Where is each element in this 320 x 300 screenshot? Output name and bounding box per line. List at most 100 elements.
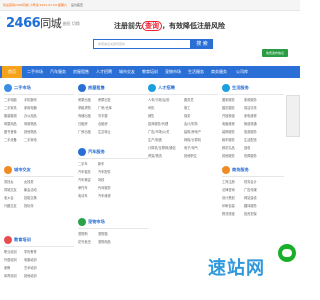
link[interactable]: 二手车 xyxy=(78,161,88,166)
section-title[interactable]: 二手市场 xyxy=(14,85,31,91)
link[interactable]: 家教 xyxy=(4,265,10,270)
section-title[interactable]: 汽车服务 xyxy=(88,149,105,155)
link[interactable]: 房屋出租 xyxy=(78,97,91,102)
link[interactable]: 二手电脑 xyxy=(4,97,17,102)
link[interactable]: 服务员 xyxy=(184,97,194,102)
link[interactable]: 搬家服务 xyxy=(222,97,235,102)
link[interactable]: 租车服务 xyxy=(222,137,235,142)
nav-ershou[interactable]: 二手市场 xyxy=(24,66,46,78)
link[interactable]: 老乡会 xyxy=(4,195,14,200)
link[interactable]: 商铺出租 xyxy=(78,113,91,118)
link[interactable]: 女找男 xyxy=(24,179,34,184)
section-title[interactable]: 生活服务 xyxy=(232,85,249,91)
link[interactable]: 母婴用品 xyxy=(4,121,17,126)
link[interactable]: 驾校 xyxy=(98,177,104,182)
link[interactable]: 招商服务/代理 xyxy=(148,121,168,126)
link[interactable]: 找玩伴 xyxy=(24,203,34,208)
section-title[interactable]: 商务服务 xyxy=(232,167,249,173)
nav-company[interactable]: 公司库 xyxy=(232,66,252,78)
link[interactable]: 财务会计 xyxy=(244,179,257,184)
city-switch[interactable]: · 曲阳 切换 xyxy=(60,21,80,27)
section-title[interactable]: 教育培训 xyxy=(14,237,31,243)
link[interactable]: 建筑/房地产 xyxy=(184,129,201,134)
wechat-chat-button[interactable] xyxy=(278,244,296,262)
link[interactable]: 网络/计算机 xyxy=(184,137,201,142)
register-banner[interactable]: 注册前先 查询 ，有效降低注册风险 xyxy=(114,21,274,35)
link[interactable]: 图书音像 xyxy=(4,129,17,134)
link[interactable]: 其他职位 xyxy=(184,153,197,158)
section-title[interactable]: 房屋租售 xyxy=(88,85,105,91)
link[interactable]: 写字楼 xyxy=(98,113,108,118)
link[interactable]: 二手家电 xyxy=(24,137,37,142)
link[interactable]: 外语培训 xyxy=(4,257,17,262)
link[interactable]: 保安 xyxy=(184,113,190,118)
link[interactable]: 婚庆摄影 xyxy=(222,105,235,110)
link[interactable]: 摩托车 xyxy=(78,185,88,190)
link[interactable]: 合租房 xyxy=(98,121,108,126)
link[interactable]: 家电维修 xyxy=(244,113,257,118)
link[interactable]: 广告/市场/公关 xyxy=(148,129,169,134)
link[interactable]: 手机数码 xyxy=(24,97,37,102)
link[interactable]: 家政服务 xyxy=(244,97,257,102)
section-title[interactable]: 城市交友 xyxy=(14,167,31,173)
link[interactable]: 宠物猫 xyxy=(98,231,108,236)
link[interactable]: 管道疏通 xyxy=(244,121,257,126)
link[interactable]: 二手家具 xyxy=(4,105,17,110)
link[interactable]: 贸易/物流 xyxy=(148,153,162,158)
link[interactable]: 电脑维修 xyxy=(222,121,235,126)
link[interactable]: 旅游服务 xyxy=(244,129,257,134)
link[interactable]: 房屋出售 xyxy=(98,97,111,102)
nav-shenghuo[interactable]: 生活服务 xyxy=(185,66,207,78)
link[interactable]: 宠物用品 xyxy=(98,239,111,244)
link[interactable]: 鲜花礼品 xyxy=(222,145,235,150)
link[interactable]: 汽车维修 xyxy=(98,193,111,198)
link[interactable]: 普工 xyxy=(184,105,190,110)
link[interactable]: 生意转让 xyxy=(98,129,111,134)
link[interactable]: 聚会活动 xyxy=(24,187,37,192)
link[interactable]: 司机 xyxy=(148,105,154,110)
nav-chongwu[interactable]: 宠物市场 xyxy=(162,66,184,78)
search-input[interactable]: 搜索信息关键词查找 xyxy=(93,39,191,49)
link[interactable]: 求租求购 xyxy=(78,105,91,110)
link[interactable]: 生产/制造 xyxy=(148,137,162,142)
link[interactable]: 厂房出租 xyxy=(78,129,91,134)
post-info-button[interactable]: 免费发布信息 xyxy=(262,49,288,57)
link[interactable]: 电子/电气 xyxy=(184,145,198,150)
link[interactable]: 其他服务 xyxy=(222,153,235,158)
link[interactable]: 办公用品 xyxy=(24,113,37,118)
link[interactable]: 装修服务 xyxy=(222,129,235,134)
link[interactable]: 投资担保 xyxy=(244,211,257,216)
nav-jiaoyu[interactable]: 教育培训 xyxy=(139,66,161,78)
link[interactable]: 保洁清洗 xyxy=(244,105,257,110)
link[interactable]: 电脑培训 xyxy=(24,257,37,262)
link[interactable]: 花鸟鱼虫 xyxy=(78,239,91,244)
link[interactable]: 兴趣交友 xyxy=(4,203,17,208)
link[interactable]: 家用电器 xyxy=(24,105,37,110)
link[interactable]: 厂房/仓库 xyxy=(98,105,112,110)
link[interactable]: 闲置物品 xyxy=(24,121,37,126)
link[interactable]: 技能交换 xyxy=(24,195,37,200)
set-homepage-link[interactable]: 设为首页 xyxy=(71,3,83,7)
nav-home[interactable]: 首页 xyxy=(2,66,22,78)
link[interactable]: 男找女 xyxy=(4,179,14,184)
link[interactable]: 同城交友 xyxy=(4,187,17,192)
link[interactable]: 物流快递 xyxy=(222,211,235,216)
search-button[interactable]: 搜 索 xyxy=(191,39,213,49)
link[interactable]: 日租房 xyxy=(78,121,88,126)
link[interactable]: 汽车租赁 xyxy=(78,169,91,174)
link[interactable]: 网站建设 xyxy=(244,195,257,200)
link[interactable]: 生活配送 xyxy=(244,137,257,142)
link[interactable]: 回收 xyxy=(244,145,250,150)
nav-qiche[interactable]: 汽车服务 xyxy=(47,66,69,78)
link[interactable]: 其他物品 xyxy=(24,129,37,134)
link[interactable]: 学历教育 xyxy=(24,249,37,254)
section-title[interactable]: 宠物市场 xyxy=(88,219,105,225)
link[interactable]: 汽车美容 xyxy=(78,177,91,182)
link[interactable]: 职业培训 xyxy=(4,249,17,254)
section-title[interactable]: 人才招聘 xyxy=(158,85,175,91)
nav-shangwu[interactable]: 商务服务 xyxy=(208,66,230,78)
link[interactable]: 服装鞋帽 xyxy=(4,113,17,118)
link[interactable]: 汽车配件 xyxy=(98,169,111,174)
link[interactable]: 体育培训 xyxy=(4,273,17,278)
link[interactable]: 印刷包装 xyxy=(222,203,235,208)
